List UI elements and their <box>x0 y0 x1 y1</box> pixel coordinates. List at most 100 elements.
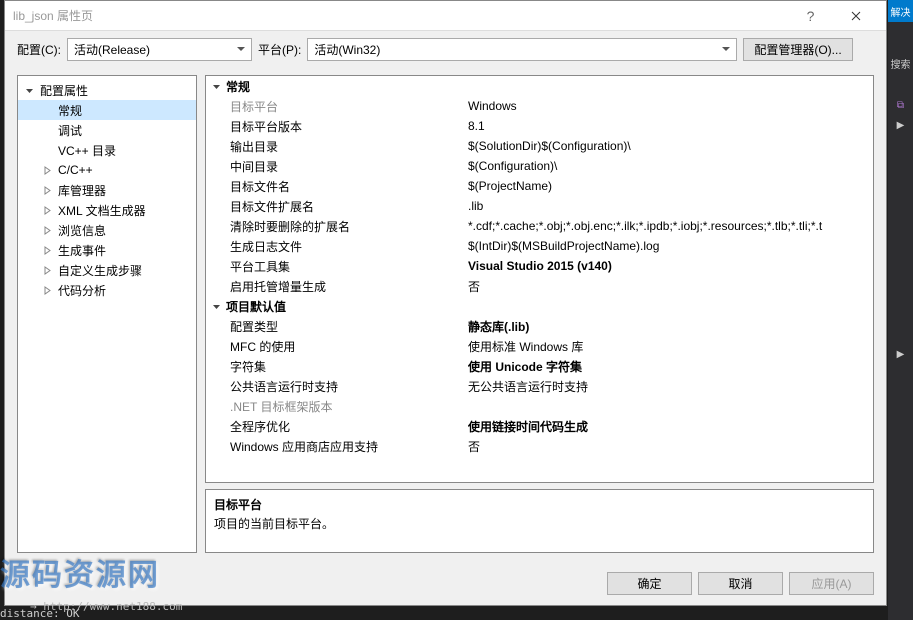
prop-value[interactable]: *.cdf;*.cache;*.obj;*.obj.enc;*.ilk;*.ip… <box>464 219 873 233</box>
prop-name: 清除时要删除的扩展名 <box>206 218 464 235</box>
property-dialog: lib_json 属性页 ? 配置(C): 活动(Release) 平台(P):… <box>4 0 887 606</box>
prop-value[interactable]: 使用标准 Windows 库 <box>464 338 873 355</box>
prop-value[interactable]: 静态库(.lib) <box>464 318 873 335</box>
close-button[interactable] <box>833 1 878 31</box>
platform-label: 平台(P): <box>258 41 301 58</box>
ok-button[interactable]: 确定 <box>607 572 692 595</box>
prop-name: 目标平台版本 <box>206 118 464 135</box>
platform-select[interactable]: 活动(Win32) <box>307 38 737 61</box>
window-title: lib_json 属性页 <box>13 7 788 24</box>
tree-item-label: 库管理器 <box>54 182 106 199</box>
prop-value[interactable]: $(SolutionDir)$(Configuration)\ <box>464 139 873 153</box>
prop-row[interactable]: 目标文件扩展名.lib <box>206 196 873 216</box>
prop-row[interactable]: .NET 目标框架版本 <box>206 396 873 416</box>
prop-row[interactable]: 平台工具集Visual Studio 2015 (v140) <box>206 256 873 276</box>
prop-row[interactable]: 生成日志文件$(IntDir)$(MSBuildProjectName).log <box>206 236 873 256</box>
tree-item-label: 浏览信息 <box>54 222 106 239</box>
prop-value[interactable]: $(Configuration)\ <box>464 159 873 173</box>
tree-item[interactable]: 库管理器 <box>18 180 196 200</box>
expand-icon[interactable] <box>40 163 54 177</box>
sidebar-tree[interactable]: 配置属性 常规调试 VC++ 目录C/C++ 库管理器 XML 文档生成器浏览信息生成… <box>17 75 197 553</box>
prop-name: 目标文件名 <box>206 178 464 195</box>
right-strip: 解决 搜索 ⧉ ▶ ▶ <box>888 0 913 620</box>
prop-row[interactable]: 目标文件名$(ProjectName) <box>206 176 873 196</box>
prop-value[interactable]: 使用 Unicode 字符集 <box>464 358 873 375</box>
config-manager-button[interactable]: 配置管理器(O)... <box>743 38 852 61</box>
prop-name: 生成日志文件 <box>206 238 464 255</box>
prop-section-header[interactable]: 常规 <box>206 76 873 96</box>
tree-item[interactable]: 调试 <box>18 120 196 140</box>
tree-item[interactable]: XML 文档生成器 <box>18 200 196 220</box>
prop-name: 公共语言运行时支持 <box>206 378 464 395</box>
prop-row[interactable]: 目标平台版本8.1 <box>206 116 873 136</box>
description-text: 项目的当前目标平台。 <box>214 515 865 532</box>
strip-solution-button[interactable]: 解决 <box>888 0 913 22</box>
prop-row[interactable]: 清除时要删除的扩展名*.cdf;*.cache;*.obj;*.obj.enc;… <box>206 216 873 236</box>
prop-value[interactable]: $(IntDir)$(MSBuildProjectName).log <box>464 239 873 253</box>
strip-search-button[interactable]: 搜索 <box>888 52 913 74</box>
tree-item-label: VC++ 目录 <box>54 142 116 159</box>
prop-value[interactable]: 8.1 <box>464 119 873 133</box>
tree-item[interactable]: 常规 <box>18 100 196 120</box>
property-grid[interactable]: 常规目标平台Windows目标平台版本8.1输出目录$(SolutionDir)… <box>205 75 874 483</box>
tree-item[interactable]: VC++ 目录 <box>18 140 196 160</box>
prop-row[interactable]: 字符集使用 Unicode 字符集 <box>206 356 873 376</box>
prop-row[interactable]: MFC 的使用使用标准 Windows 库 <box>206 336 873 356</box>
expand-icon[interactable] <box>40 223 54 237</box>
prop-value[interactable]: 否 <box>464 278 873 295</box>
config-bar: 配置(C): 活动(Release) 平台(P): 活动(Win32) 配置管理… <box>5 31 886 67</box>
prop-value[interactable]: 否 <box>464 438 873 455</box>
prop-name: Windows 应用商店应用支持 <box>206 438 464 455</box>
content-area: 常规目标平台Windows目标平台版本8.1输出目录$(SolutionDir)… <box>205 75 874 553</box>
prop-row[interactable]: 输出目录$(SolutionDir)$(Configuration)\ <box>206 136 873 156</box>
apply-button[interactable]: 应用(A) <box>789 572 874 595</box>
prop-name: 配置类型 <box>206 318 464 335</box>
expand-icon[interactable] <box>40 183 54 197</box>
tree-root[interactable]: 配置属性 <box>18 80 196 100</box>
prop-row[interactable]: 全程序优化使用链接时间代码生成 <box>206 416 873 436</box>
expand-icon[interactable] <box>40 263 54 277</box>
prop-name: 输出目录 <box>206 138 464 155</box>
prop-section-header[interactable]: 项目默认值 <box>206 296 873 316</box>
terminal-text: distance: OK <box>0 607 79 620</box>
description-title: 目标平台 <box>214 496 865 513</box>
tree-item-label: 代码分析 <box>54 282 106 299</box>
strip-vs-icon[interactable]: ⧉ <box>888 94 913 116</box>
prop-value[interactable]: 使用链接时间代码生成 <box>464 418 873 435</box>
prop-row[interactable]: 目标平台Windows <box>206 96 873 116</box>
prop-row[interactable]: 公共语言运行时支持无公共语言运行时支持 <box>206 376 873 396</box>
help-button[interactable]: ? <box>788 1 833 31</box>
prop-value[interactable]: $(ProjectName) <box>464 179 873 193</box>
expand-icon[interactable] <box>40 283 54 297</box>
prop-value[interactable]: Visual Studio 2015 (v140) <box>464 259 873 273</box>
prop-name: 平台工具集 <box>206 258 464 275</box>
strip-arrow-icon-2[interactable]: ▶ <box>888 349 913 360</box>
expand-icon[interactable] <box>40 203 54 217</box>
tree-item[interactable]: 代码分析 <box>18 280 196 300</box>
collapse-icon[interactable] <box>22 83 36 97</box>
tree-item[interactable]: 浏览信息 <box>18 220 196 240</box>
prop-row[interactable]: 中间目录$(Configuration)\ <box>206 156 873 176</box>
prop-name: 目标平台 <box>206 98 464 115</box>
cancel-button[interactable]: 取消 <box>698 572 783 595</box>
tree-item-label: 常规 <box>54 102 82 119</box>
prop-value[interactable]: .lib <box>464 199 873 213</box>
tree-item[interactable]: C/C++ <box>18 160 196 180</box>
prop-row[interactable]: 配置类型静态库(.lib) <box>206 316 873 336</box>
prop-name: 全程序优化 <box>206 418 464 435</box>
expand-icon[interactable] <box>40 243 54 257</box>
tree-item-label: XML 文档生成器 <box>54 202 146 219</box>
prop-row[interactable]: 启用托管增量生成否 <box>206 276 873 296</box>
main-area: 配置属性 常规调试VC++ 目录C/C++库管理器XML 文档生成器浏览信息生成… <box>5 67 886 561</box>
prop-value[interactable]: Windows <box>464 99 873 113</box>
collapse-icon[interactable] <box>210 80 222 92</box>
prop-value[interactable]: 无公共语言运行时支持 <box>464 378 873 395</box>
collapse-icon[interactable] <box>210 300 222 312</box>
prop-row[interactable]: Windows 应用商店应用支持否 <box>206 436 873 456</box>
prop-name: MFC 的使用 <box>206 338 464 355</box>
config-select[interactable]: 活动(Release) <box>67 38 252 61</box>
button-bar: 确定 取消 应用(A) <box>5 561 886 605</box>
strip-arrow-icon[interactable]: ▶ <box>888 120 913 131</box>
tree-item[interactable]: 生成事件 <box>18 240 196 260</box>
tree-item[interactable]: 自定义生成步骤 <box>18 260 196 280</box>
